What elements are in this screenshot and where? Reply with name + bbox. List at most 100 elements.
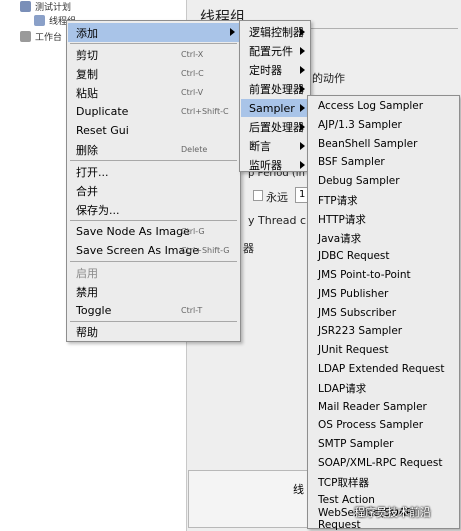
test-plan-icon: [20, 1, 31, 12]
sampler-label: BSF Sampler: [318, 156, 385, 168]
menu-item-label: Toggle: [76, 304, 112, 317]
menu-item-copy[interactable]: 复制 Ctrl-C: [68, 64, 239, 83]
menu-item-label: 复制: [76, 67, 98, 81]
menu-item-label: 合并: [76, 184, 98, 198]
menu-separator: [70, 220, 237, 221]
sampler-http[interactable]: HTTP请求: [309, 210, 458, 228]
sampler-label: FTP请求: [318, 194, 358, 207]
menu-item-shortcut: Ctrl+Shift-C: [181, 107, 229, 116]
tree-item-test-plan[interactable]: 测试计划: [20, 0, 71, 13]
sampler-jms-p2p[interactable]: JMS Point-to-Point: [309, 266, 458, 284]
sampler-bsf[interactable]: BSF Sampler: [309, 153, 458, 171]
submenu-item-timer[interactable]: 定时器: [241, 61, 309, 79]
submenu-arrow-icon: [300, 142, 305, 150]
submenu-item-logic-controller[interactable]: 逻辑控制器: [241, 23, 309, 41]
workbench-icon: [20, 31, 31, 42]
tree-item-workbench[interactable]: 工作台: [20, 30, 62, 43]
menu-item-label: Save Node As Image: [76, 225, 190, 238]
sampler-ldap[interactable]: LDAP请求: [309, 379, 458, 397]
menu-item-add[interactable]: 添加: [68, 23, 239, 42]
menu-item-label: 剪切: [76, 48, 98, 62]
menu-item-help[interactable]: 帮助: [68, 322, 239, 341]
menu-item-shortcut: Ctrl-C: [181, 69, 204, 78]
sampler-debug[interactable]: Debug Sampler: [309, 172, 458, 190]
submenu-arrow-icon: [300, 104, 305, 112]
menu-item-shortcut: Delete: [181, 145, 208, 154]
menu-item-label: 添加: [76, 26, 98, 40]
forever-label: 永远: [266, 191, 288, 204]
menu-item-delete[interactable]: 删除 Delete: [68, 140, 239, 159]
sampler-jms-subscriber[interactable]: JMS Subscriber: [309, 304, 458, 322]
sampler-mail-reader[interactable]: Mail Reader Sampler: [309, 398, 458, 416]
menu-item-reset-gui[interactable]: Reset Gui: [68, 121, 239, 140]
sampler-label: Java请求: [318, 232, 362, 245]
menu-item-label: 保存为...: [76, 203, 120, 217]
sampler-access-log[interactable]: Access Log Sampler: [309, 97, 458, 115]
menu-item-shortcut: Ctrl-X: [181, 50, 204, 59]
sampler-ldap-extended[interactable]: LDAP Extended Request: [309, 360, 458, 378]
sampler-jsr223[interactable]: JSR223 Sampler: [309, 322, 458, 340]
action-label-fragment: 的动作: [312, 72, 345, 85]
menu-item-save-as[interactable]: 保存为...: [68, 200, 239, 219]
sampler-os-process[interactable]: OS Process Sampler: [309, 416, 458, 434]
submenu-item-config-element[interactable]: 配置元件: [241, 42, 309, 60]
menu-item-label: 帮助: [76, 325, 98, 339]
tree-item-label: 测试计划: [35, 3, 72, 13]
submenu-item-post-processor[interactable]: 后置处理器: [241, 118, 309, 136]
menu-item-save-node-image[interactable]: Save Node As Image Ctrl-G: [68, 222, 239, 241]
menu-item-merge[interactable]: 合并: [68, 181, 239, 200]
menu-item-label: 启用: [76, 266, 98, 280]
menu-item-open[interactable]: 打开...: [68, 162, 239, 181]
submenu-arrow-icon: [300, 123, 305, 131]
sampler-label: Mail Reader Sampler: [318, 401, 427, 413]
menu-item-duplicate[interactable]: Duplicate Ctrl+Shift-C: [68, 102, 239, 121]
submenu-arrow-icon: [230, 28, 235, 36]
submenu-item-label: 逻辑控制器: [249, 26, 304, 39]
menu-separator: [70, 261, 237, 262]
bottom-fragment: 线: [293, 483, 304, 496]
sampler-ajp[interactable]: AJP/1.3 Sampler: [309, 116, 458, 134]
sampler-tcp[interactable]: TCP取样器: [309, 473, 458, 491]
menu-item-cut[interactable]: 剪切 Ctrl-X: [68, 45, 239, 64]
sampler-submenu: Access Log Sampler AJP/1.3 Sampler BeanS…: [307, 95, 460, 531]
sampler-junit[interactable]: JUnit Request: [309, 341, 458, 359]
watermark-text: 程序员技术前沿: [354, 506, 431, 519]
sampler-label: LDAP请求: [318, 382, 367, 395]
submenu-item-assertion[interactable]: 断言: [241, 137, 309, 155]
sampler-java[interactable]: Java请求: [309, 229, 458, 247]
sampler-label: JMS Subscriber: [318, 307, 397, 319]
menu-item-save-screen-image[interactable]: Save Screen As Image Ctrl+Shift-G: [68, 241, 239, 260]
sampler-ftp[interactable]: FTP请求: [309, 191, 458, 209]
submenu-arrow-icon: [300, 161, 305, 169]
menu-item-label: Reset Gui: [76, 124, 129, 137]
menu-item-shortcut: Ctrl+Shift-G: [181, 246, 230, 255]
bottom-panel: 线: [188, 470, 308, 528]
sampler-label: Debug Sampler: [318, 175, 400, 187]
tree-item-label: 工作台: [35, 33, 63, 43]
menu-item-enable: 启用: [68, 263, 239, 282]
submenu-item-label: 配置元件: [249, 45, 293, 58]
sampler-label: LDAP Extended Request: [318, 363, 445, 375]
sampler-label: SOAP/XML-RPC Request: [318, 457, 443, 469]
forever-checkbox[interactable]: [253, 190, 263, 201]
submenu-arrow-icon: [300, 47, 305, 55]
submenu-item-listener[interactable]: 监听器: [241, 156, 309, 174]
submenu-arrow-icon: [300, 28, 305, 36]
menu-item-paste[interactable]: 粘贴 Ctrl-V: [68, 83, 239, 102]
sampler-smtp[interactable]: SMTP Sampler: [309, 435, 458, 453]
menu-item-shortcut: Ctrl-G: [181, 227, 205, 236]
submenu-item-label: 后置处理器: [249, 121, 304, 134]
sampler-label: JSR223 Sampler: [318, 325, 403, 337]
thread-group-icon: [34, 15, 45, 26]
submenu-item-sampler[interactable]: Sampler: [241, 99, 309, 117]
menu-item-toggle[interactable]: Toggle Ctrl-T: [68, 301, 239, 320]
sampler-jdbc[interactable]: JDBC Request: [309, 247, 458, 265]
sampler-soap-xml-rpc[interactable]: SOAP/XML-RPC Request: [309, 454, 458, 472]
sampler-beanshell[interactable]: BeanShell Sampler: [309, 135, 458, 153]
menu-item-disable[interactable]: 禁用: [68, 282, 239, 301]
sampler-jms-publisher[interactable]: JMS Publisher: [309, 285, 458, 303]
submenu-item-pre-processor[interactable]: 前置处理器: [241, 80, 309, 98]
submenu-item-label: 监听器: [249, 159, 282, 172]
sampler-label: JMS Point-to-Point: [318, 269, 411, 281]
menu-item-shortcut: Ctrl-T: [181, 306, 203, 315]
